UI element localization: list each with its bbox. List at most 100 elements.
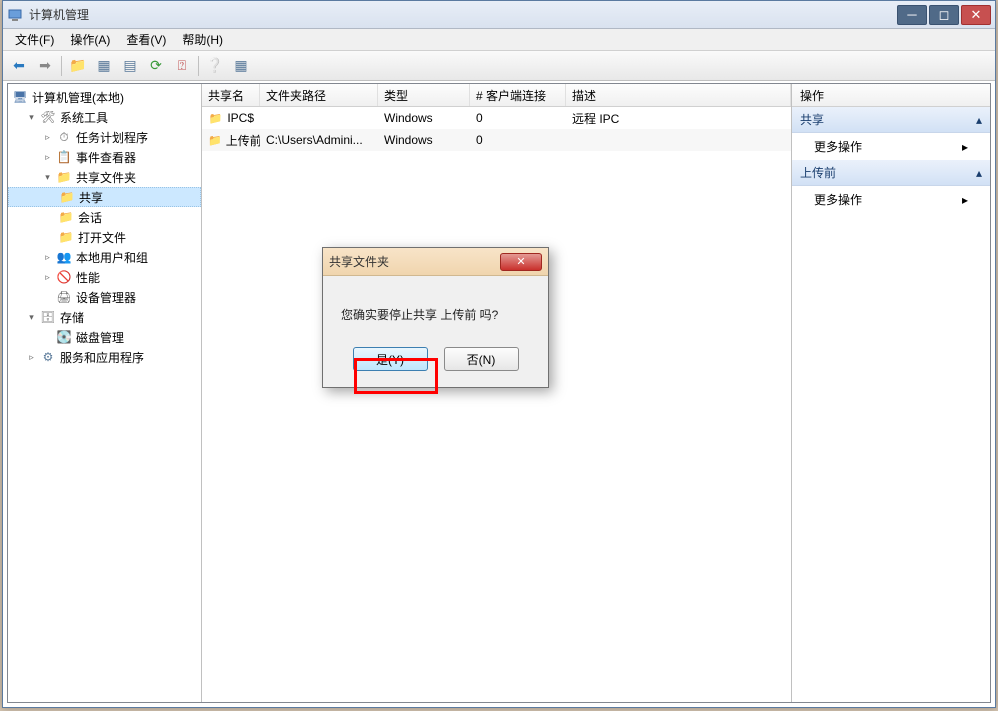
menu-view[interactable]: 查看(V) [118,29,174,50]
menu-help[interactable]: 帮助(H) [174,29,231,50]
show-hide-button[interactable]: ▦ [92,54,116,78]
share-row-icon: 📁 [208,110,223,126]
cell-clients: 0 [470,131,566,149]
tree-label: 任务计划程序 [76,129,148,146]
export-button[interactable]: ▤ [118,54,142,78]
tree-shared[interactable]: ▾ 📁 共享文件夹 [8,167,201,187]
toolbar-separator [61,56,62,76]
toggle-spacer [42,292,53,303]
clock-icon: ⏱ [56,129,72,145]
tree-label: 事件查看器 [76,149,136,166]
help-button[interactable]: ❔ [203,54,227,78]
disk-icon: 💽 [56,329,72,345]
extra-button[interactable]: ▦ [229,54,253,78]
tree-label: 设备管理器 [76,289,136,306]
action-more-1[interactable]: 更多操作 ▸ [792,133,990,160]
toggle-icon[interactable]: ▾ [26,312,37,323]
cell-type: Windows [378,131,470,149]
col-clients[interactable]: # 客户端连接 [470,84,566,106]
back-button[interactable]: ⬅ [7,54,31,78]
minimize-button[interactable]: ─ [897,5,927,25]
tree-storage[interactable]: ▾ 🗄 存储 [8,307,201,327]
toggle-icon[interactable]: ▹ [42,272,53,283]
refresh-button[interactable]: ⟳ [144,54,168,78]
dialog-title: 共享文件夹 [329,253,500,270]
list-row[interactable]: 📁 上传前 C:\Users\Admini... Windows 0 [202,129,791,151]
tree-label: 系统工具 [60,109,108,126]
actions-title: 操作 [792,84,990,107]
storage-icon: 🗄 [40,309,56,325]
properties-button[interactable]: ⍰ [170,54,194,78]
col-path[interactable]: 文件夹路径 [260,84,378,106]
col-type[interactable]: 类型 [378,84,470,106]
list-panel: 共享名 文件夹路径 类型 # 客户端连接 描述 📁 IPC$ Windows 0… [202,84,792,702]
menu-file[interactable]: 文件(F) [7,29,62,50]
tree-label: 服务和应用程序 [60,349,144,366]
toggle-icon[interactable]: ▹ [26,352,37,363]
no-label: 否(N) [467,351,496,368]
action-label: 更多操作 [814,191,862,208]
close-button[interactable]: ✕ [961,5,991,25]
tree-disk[interactable]: 💽 磁盘管理 [8,327,201,347]
dialog-message: 您确实要停止共享 上传前 吗? [323,276,548,341]
action-group-shares[interactable]: 共享 ▴ [792,107,990,133]
collapse-icon: ▴ [976,113,982,127]
tree-services[interactable]: ▹ ⚙ 服务和应用程序 [8,347,201,367]
list-body[interactable]: 📁 IPC$ Windows 0 远程 IPC 📁 上传前 C:\Users\A… [202,107,791,702]
tree-label: 性能 [76,269,100,286]
tree-shares[interactable]: 📁 共享 [8,187,201,207]
list-row[interactable]: 📁 IPC$ Windows 0 远程 IPC [202,107,791,129]
tree-event[interactable]: ▹ 📋 事件查看器 [8,147,201,167]
toggle-icon[interactable]: ▾ [42,172,53,183]
dialog-buttons: 是(Y) 否(N) [323,341,548,387]
tree-users[interactable]: ▹ 👥 本地用户和组 [8,247,201,267]
list-header: 共享名 文件夹路径 类型 # 客户端连接 描述 [202,84,791,107]
tree-sessions[interactable]: 📁 会话 [8,207,201,227]
action-more-2[interactable]: 更多操作 ▸ [792,186,990,213]
titlebar: 计算机管理 ─ ◻ ✕ [3,1,995,29]
cell-path: C:\Users\Admini... [260,131,378,149]
tree-panel[interactable]: 🖥 计算机管理(本地) ▾ 🛠 系统工具 ▹ ⏱ 任务计划程序 ▹ 📋 事件查看… [8,84,202,702]
cell-desc [566,138,791,142]
yes-label: 是(Y) [376,351,404,368]
maximize-button[interactable]: ◻ [929,5,959,25]
dialog-close-button[interactable]: ✕ [500,253,542,271]
device-icon: 🖨 [56,289,72,305]
tree-device[interactable]: 🖨 设备管理器 [8,287,201,307]
event-icon: 📋 [56,149,72,165]
toggle-icon[interactable]: ▾ [26,112,37,123]
tree-openfiles[interactable]: 📁 打开文件 [8,227,201,247]
tree-label: 会话 [78,209,102,226]
forward-button[interactable]: ➡ [33,54,57,78]
cell-type: Windows [378,109,470,127]
action-group-upload[interactable]: 上传前 ▴ [792,160,990,186]
tree-systools[interactable]: ▾ 🛠 系统工具 [8,107,201,127]
cell-desc: 远程 IPC [566,108,791,129]
no-button[interactable]: 否(N) [444,347,519,371]
toggle-icon[interactable]: ▹ [42,132,53,143]
tree-perf[interactable]: ▹ 🚫 性能 [8,267,201,287]
col-name[interactable]: 共享名 [202,84,260,106]
tree-label: 打开文件 [78,229,126,246]
menubar: 文件(F) 操作(A) 查看(V) 帮助(H) [3,29,995,51]
yes-button[interactable]: 是(Y) [353,347,428,371]
collapse-icon: ▴ [976,166,982,180]
tree-label: 计算机管理(本地) [32,89,124,106]
confirm-dialog: 共享文件夹 ✕ 您确实要停止共享 上传前 吗? 是(Y) 否(N) [322,247,549,388]
chevron-right-icon: ▸ [962,140,968,154]
window-title: 计算机管理 [29,6,895,23]
toggle-icon[interactable]: ▹ [42,152,53,163]
tree-task[interactable]: ▹ ⏱ 任务计划程序 [8,127,201,147]
share-row-icon: 📁 [208,132,222,148]
menu-action[interactable]: 操作(A) [62,29,118,50]
cell-text: 上传前 [226,132,260,149]
services-icon: ⚙ [40,349,56,365]
up-button[interactable]: 📁 [66,54,90,78]
dialog-titlebar[interactable]: 共享文件夹 ✕ [323,248,548,276]
col-desc[interactable]: 描述 [566,84,791,106]
tree-label: 共享文件夹 [76,169,136,186]
tree-root[interactable]: 🖥 计算机管理(本地) [8,87,201,107]
cell-text: IPC$ [227,111,254,125]
cell-name: 📁 上传前 [202,130,260,151]
toggle-icon[interactable]: ▹ [42,252,53,263]
